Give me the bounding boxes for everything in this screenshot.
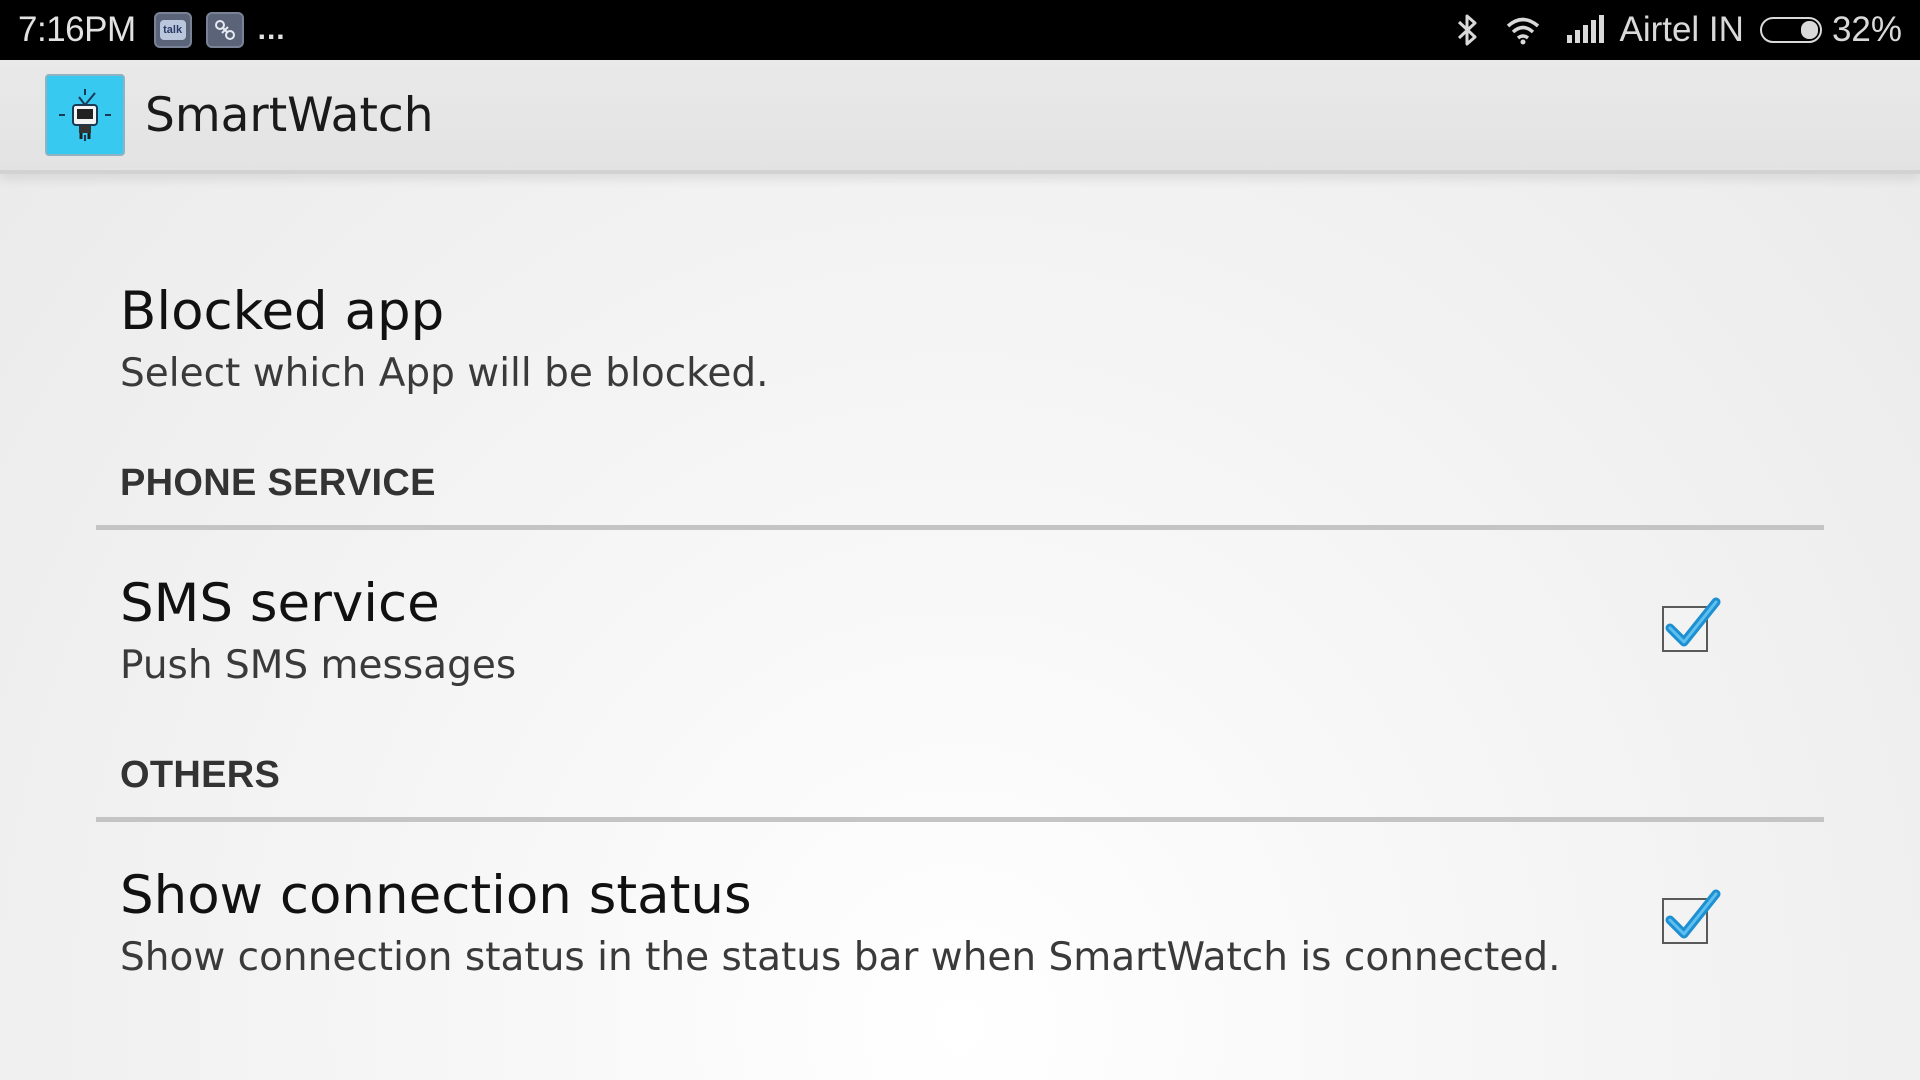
- status-time: 7:16PM: [18, 10, 136, 49]
- pref-show-connection-status[interactable]: Show connection status Show connection s…: [120, 869, 1561, 977]
- smartwatch-app-icon[interactable]: [45, 74, 125, 156]
- carrier-name: Airtel IN: [1619, 10, 1744, 49]
- talk-notification-label: talk: [159, 20, 186, 40]
- battery-level-fill: [1800, 21, 1818, 39]
- pref-sms-service[interactable]: SMS service Push SMS messages: [120, 577, 516, 685]
- app-title: SmartWatch: [145, 87, 434, 143]
- pref-blocked-app-summary: Select which App will be blocked.: [120, 351, 769, 396]
- section-header-others: OTHERS: [120, 754, 281, 796]
- app-notification-icon[interactable]: [205, 12, 244, 48]
- signal-icon: [1565, 15, 1605, 45]
- checkmark-icon: [1665, 597, 1721, 647]
- sms-service-checkbox[interactable]: [1662, 597, 1721, 652]
- status-bar: 7:16PM talk ... Airtel IN 32%: [0, 0, 1920, 60]
- pref-sms-service-summary: Push SMS messages: [120, 643, 517, 688]
- section-divider-phone-service: [96, 525, 1824, 530]
- battery-icon: [1759, 17, 1822, 43]
- checkmark-icon: [1665, 889, 1721, 939]
- pref-show-connection-status-title: Show connection status: [120, 865, 752, 926]
- bluetooth-icon: [1455, 13, 1481, 47]
- more-notifications-indicator: ...: [257, 13, 286, 46]
- app-notification-glyph: [214, 20, 235, 40]
- pref-blocked-app-title: Blocked app: [120, 281, 445, 342]
- pref-sms-service-title: SMS service: [120, 573, 440, 634]
- wifi-icon: [1505, 15, 1541, 45]
- section-header-phone-service: PHONE SERVICE: [120, 462, 436, 504]
- pref-show-connection-status-summary: Show connection status in the status bar…: [120, 935, 1561, 980]
- smartwatch-glyph: [59, 89, 111, 141]
- section-divider-others: [96, 817, 1824, 822]
- action-bar: SmartWatch: [0, 60, 1920, 174]
- status-right-group: Airtel IN 32%: [1431, 10, 1902, 50]
- battery-percent: 32%: [1831, 10, 1902, 49]
- show-connection-status-checkbox[interactable]: [1662, 889, 1721, 944]
- pref-blocked-app[interactable]: Blocked app Select which App will be blo…: [120, 285, 769, 393]
- talk-notification-icon[interactable]: talk: [153, 12, 192, 48]
